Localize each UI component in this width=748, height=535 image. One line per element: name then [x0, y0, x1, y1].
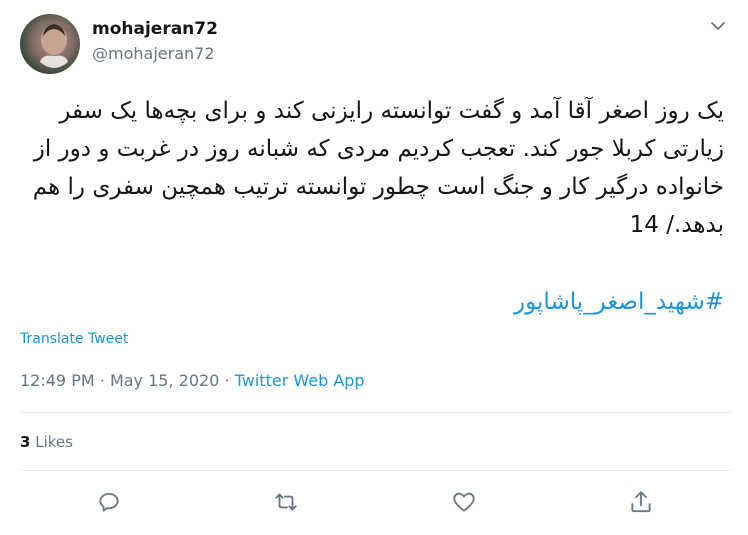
- tweet-actions: [0, 485, 748, 521]
- reply-icon[interactable]: [96, 489, 122, 515]
- heart-icon[interactable]: [451, 489, 477, 515]
- meta-separator: ·: [224, 371, 230, 390]
- tweet-text: یک روز اصغر آقا آمد و گفت توانسته رایزنی…: [32, 98, 724, 238]
- tweet-timestamp: 12:49 PM · May 15, 2020 · Twitter Web Ap…: [20, 371, 365, 390]
- meta-separator: ·: [99, 371, 105, 390]
- likes-label: Likes: [35, 433, 73, 451]
- tweet-time[interactable]: 12:49 PM: [20, 371, 95, 390]
- hashtag-link[interactable]: #شهید_اصغر_پاشاپور: [20, 283, 724, 321]
- share-icon[interactable]: [628, 489, 654, 515]
- divider: [20, 412, 732, 413]
- likes-number: 3: [20, 433, 31, 451]
- display-name[interactable]: mohajeran72: [92, 19, 218, 39]
- source-app-link[interactable]: Twitter Web App: [235, 371, 365, 390]
- chevron-down-icon[interactable]: [708, 16, 728, 36]
- tweet-date[interactable]: May 15, 2020: [110, 371, 219, 390]
- likes-count[interactable]: 3 Likes: [20, 433, 73, 451]
- divider: [20, 470, 732, 471]
- translate-tweet-link[interactable]: Translate Tweet: [20, 331, 128, 347]
- avatar[interactable]: [20, 14, 80, 74]
- retweet-icon[interactable]: [273, 489, 299, 515]
- tweet-header: mohajeran72 @mohajeran72: [20, 14, 732, 78]
- username-handle[interactable]: @mohajeran72: [92, 44, 215, 63]
